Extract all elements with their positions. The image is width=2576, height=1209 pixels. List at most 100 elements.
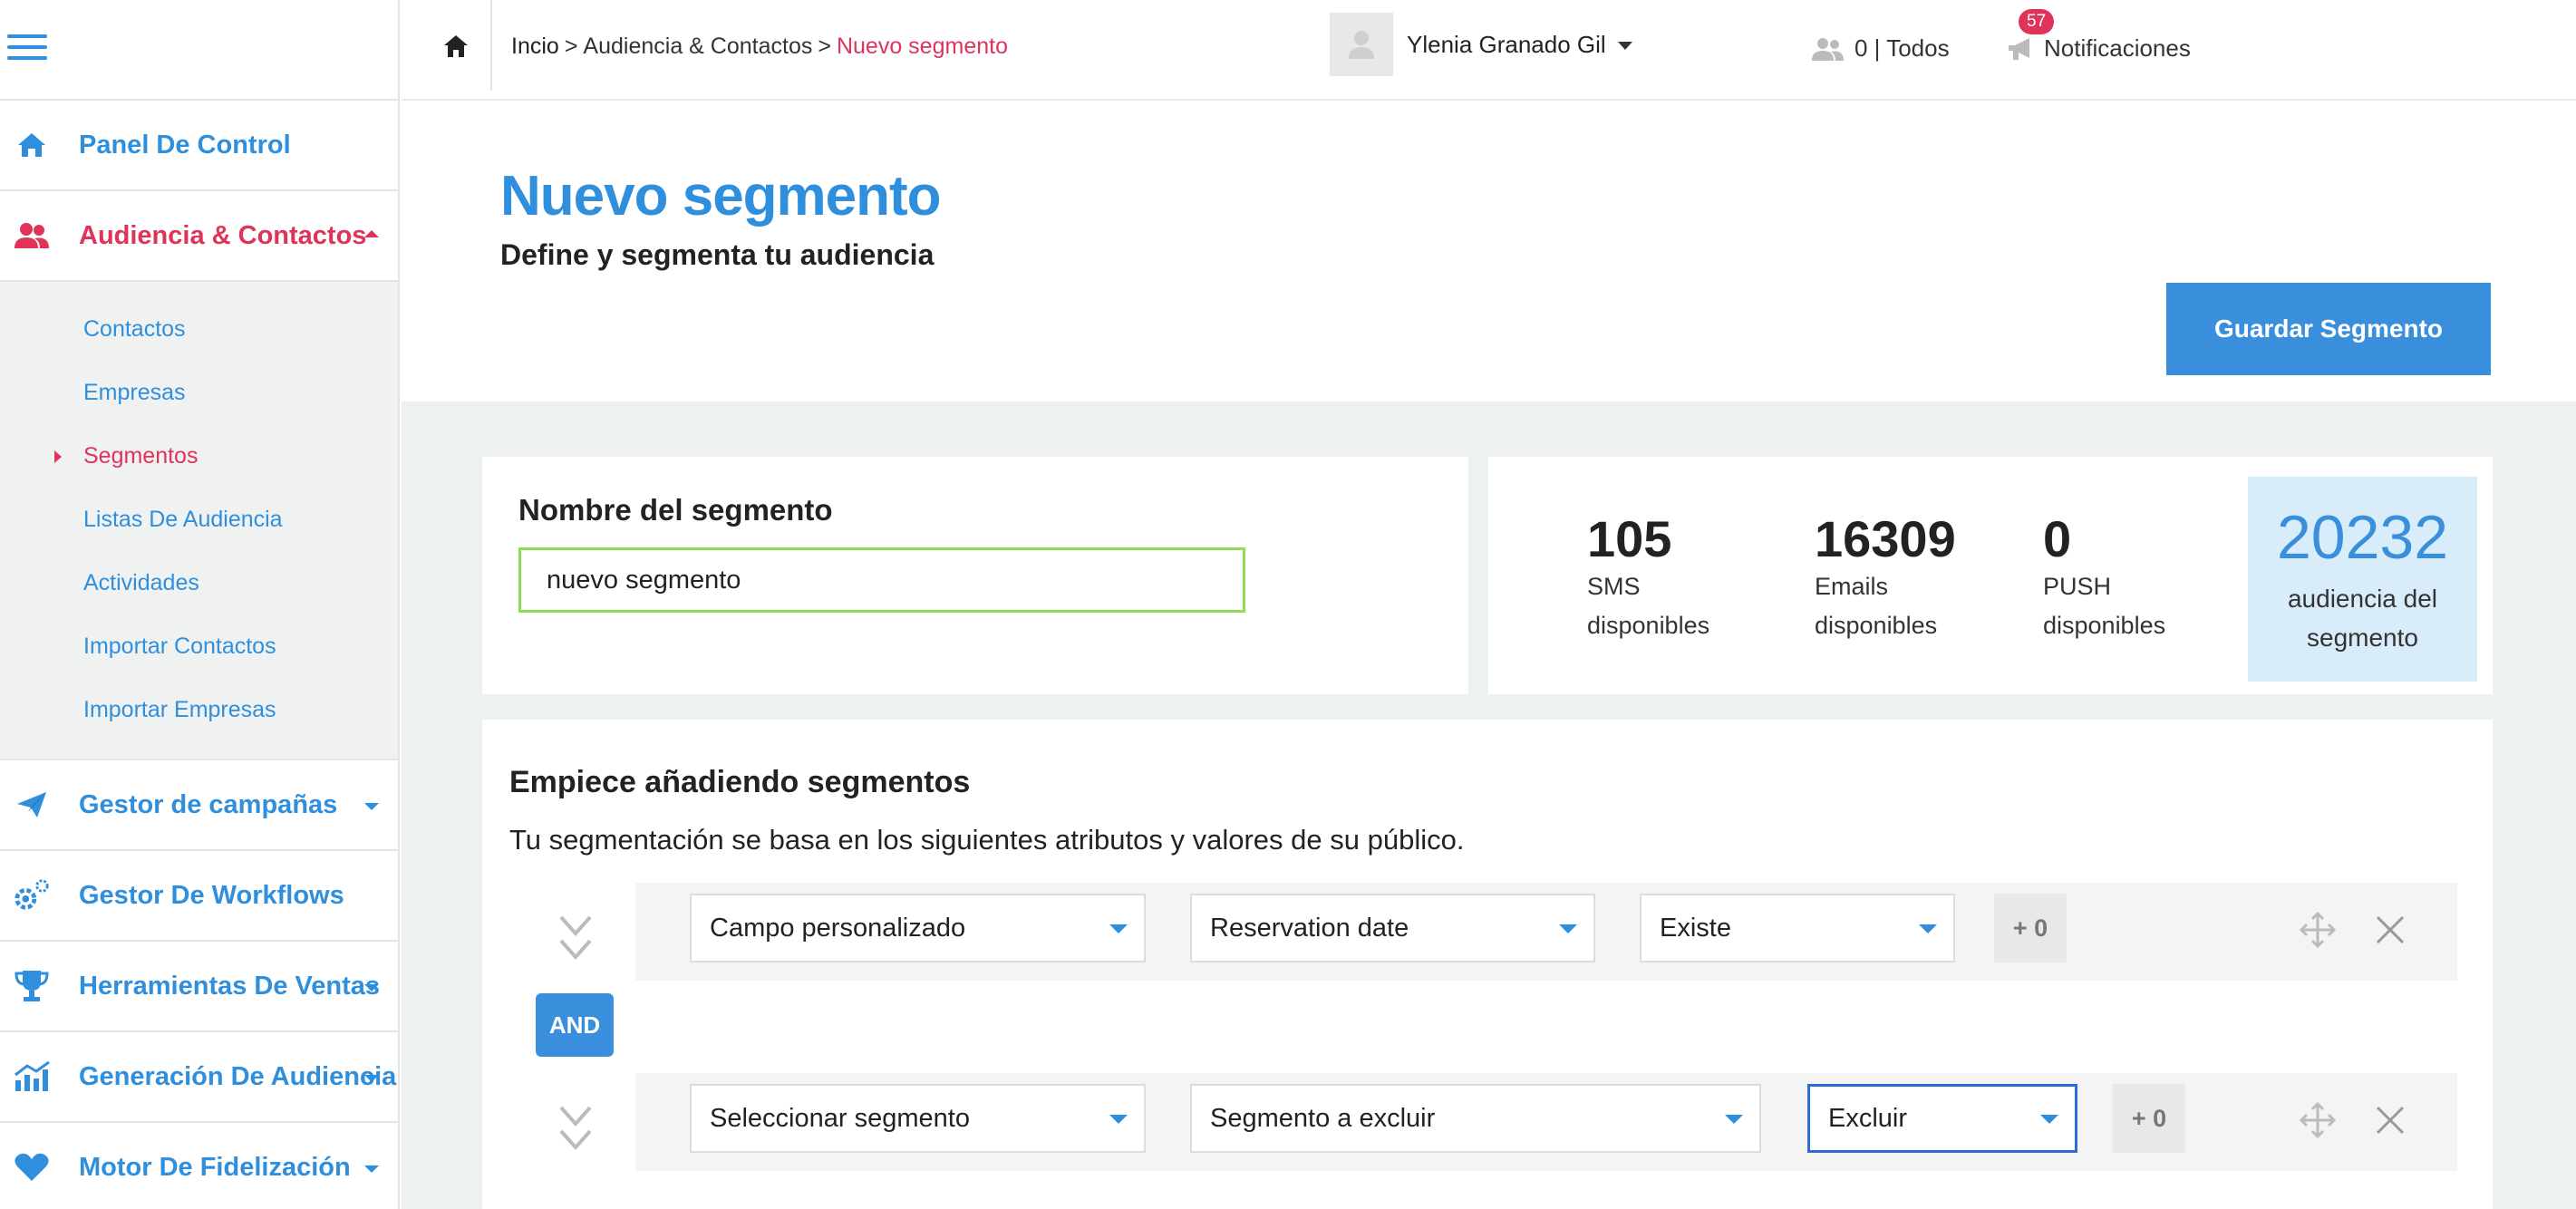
active-marker-icon — [54, 450, 62, 463]
close-icon[interactable] — [2372, 1102, 2408, 1138]
breadcrumb-separator: > — [818, 34, 831, 59]
submenu-item-empresas[interactable]: Empresas — [83, 380, 186, 406]
stat-value: 105 — [1587, 510, 1672, 567]
breadcrumb-separator: > — [564, 34, 578, 59]
page-header: Nuevo segmento Define y segmenta tu audi… — [402, 101, 2576, 401]
submenu-item-importar-contactos[interactable]: Importar Contactos — [83, 634, 276, 660]
submenu-item-importar-empresas[interactable]: Importar Empresas — [83, 697, 276, 723]
submenu-item-actividades[interactable]: Actividades — [83, 570, 199, 596]
breadcrumb-home[interactable]: Incio — [511, 34, 559, 59]
stat-label: PUSH disponibles — [2043, 572, 2166, 639]
segment-name-label: Nombre del segmento — [518, 493, 833, 527]
users-icon — [13, 218, 51, 254]
chevron-down-icon — [364, 803, 379, 810]
audience-total-label: audiencia del segmento — [2287, 584, 2438, 653]
chevron-down-icon — [1109, 1115, 1128, 1124]
rule-row: Seleccionar segmento Segmento a excluir … — [635, 1073, 2457, 1171]
stat-label: Emails disponibles — [1815, 572, 1938, 639]
audience-count-label: 0 | Todos — [1855, 34, 1950, 62]
topbar: Incio > Audiencia & Contactos > Nuevo segmen… — [402, 0, 2576, 101]
audience-total-card: 20232 audiencia del segmento — [2248, 477, 2477, 682]
hamburger-icon[interactable] — [7, 34, 47, 60]
stats-card: 105 SMS disponibles 16309 Emails disponi… — [1488, 457, 2493, 694]
select-value: Existe — [1660, 913, 1731, 943]
rules-description: Tu segmentación se basa en los siguiente… — [509, 824, 1465, 856]
trophy-icon — [13, 968, 51, 1004]
stat-value: 0 — [2043, 510, 2072, 567]
sidebar-item-audiencia-contactos[interactable]: Audiencia & Contactos — [0, 191, 398, 282]
chart-icon — [13, 1059, 51, 1095]
chevron-down-icon[interactable] — [1618, 42, 1632, 50]
sidebar-item-generacion-de-audiencia[interactable]: Generación De Audiencia — [0, 1032, 398, 1123]
chevron-down-icon — [1725, 1115, 1743, 1124]
operator-select[interactable]: Excluir — [1807, 1084, 2077, 1153]
move-icon[interactable] — [2300, 1102, 2336, 1138]
breadcrumb-section[interactable]: Audiencia & Contactos — [583, 34, 812, 59]
rule-row: Campo personalizado Reservation date Exi… — [635, 883, 2457, 981]
heart-icon — [13, 1149, 51, 1185]
sidebar-item-herramientas-de-ventas[interactable]: Herramientas De Ventas — [0, 942, 398, 1032]
chevron-down-icon — [364, 1165, 379, 1173]
main-content: Nombre del segmento 105 SMS disponibles … — [402, 401, 2576, 1209]
sidebar-submenu: Contactos Empresas Segmentos Listas De A… — [0, 282, 398, 760]
sidebar-item-label: Panel De Control — [79, 130, 291, 160]
users-icon — [1812, 37, 1844, 61]
sidebar-item-panel-de-control[interactable]: Panel De Control — [0, 101, 398, 191]
sidebar-item-motor-de-fidelizacion[interactable]: Motor De Fidelización — [0, 1123, 398, 1209]
chevron-down-icon — [1109, 924, 1128, 933]
chevron-down-icon — [364, 1075, 379, 1082]
stat-label: SMS disponibles — [1587, 572, 1710, 639]
submenu-item-contactos[interactable]: Contactos — [83, 316, 186, 343]
sidebar: Panel De Control Audiencia & Contactos C… — [0, 0, 400, 1209]
notification-badge: 57 — [2019, 9, 2055, 34]
notifications-button[interactable]: 57 Notificaciones — [2006, 9, 2191, 63]
attribute-select[interactable]: Reservation date — [1190, 894, 1595, 962]
sidebar-item-gestor-de-workflows[interactable]: Gestor De Workflows — [0, 851, 398, 942]
and-connector-button[interactable]: AND — [536, 993, 614, 1057]
sidebar-item-label: Gestor De Workflows — [79, 880, 344, 910]
move-icon[interactable] — [2300, 912, 2336, 948]
chevron-down-double-icon[interactable] — [557, 1104, 594, 1158]
page-title: Nuevo segmento — [500, 165, 942, 227]
field-select[interactable]: Seleccionar segmento — [690, 1084, 1146, 1153]
operator-select[interactable]: Existe — [1640, 894, 1955, 962]
sidebar-header — [0, 0, 398, 101]
chevron-down-icon — [1559, 924, 1577, 933]
notifications-label: Notificaciones — [2044, 34, 2191, 62]
sidebar-item-label: Audiencia & Contactos — [79, 220, 367, 250]
megaphone-icon — [2009, 37, 2029, 60]
chevron-down-icon — [2040, 1115, 2058, 1124]
home-icon[interactable] — [443, 34, 470, 62]
submenu-item-listas-de-audiencia[interactable]: Listas De Audiencia — [83, 507, 283, 533]
select-value: Seleccionar segmento — [710, 1103, 970, 1133]
add-value-button[interactable]: + 0 — [2113, 1084, 2185, 1153]
gears-icon — [13, 877, 51, 914]
segment-name-input[interactable] — [518, 547, 1245, 613]
stat-sms: 105 SMS disponibles — [1587, 511, 1750, 645]
attribute-select[interactable]: Segmento a excluir — [1190, 1084, 1761, 1153]
chevron-up-icon — [364, 230, 379, 237]
user-icon — [1349, 31, 1374, 59]
field-select[interactable]: Campo personalizado — [690, 894, 1146, 962]
audience-total-value: 20232 — [2276, 503, 2449, 572]
breadcrumb-current: Nuevo segmento — [836, 34, 1008, 59]
sidebar-item-label: Generación De Audiencia — [79, 1061, 397, 1091]
chevron-down-double-icon[interactable] — [557, 914, 594, 968]
sidebar-item-label: Gestor de campañas — [79, 789, 338, 819]
home-icon — [13, 127, 51, 163]
stat-value: 16309 — [1815, 510, 1956, 567]
audience-selector[interactable]: 0 | Todos — [1811, 34, 1950, 63]
rules-title: Empiece añadiendo segmentos — [509, 765, 971, 799]
chevron-down-icon — [1919, 924, 1937, 933]
submenu-item-segmentos[interactable]: Segmentos — [83, 443, 198, 469]
sidebar-item-label: Motor De Fidelización — [79, 1152, 351, 1182]
breadcrumb: Incio > Audiencia & Contactos > Nuevo segmen… — [511, 34, 1008, 60]
save-segment-button[interactable]: Guardar Segmento — [2166, 283, 2491, 375]
segment-name-card: Nombre del segmento — [482, 457, 1468, 694]
select-value: Excluir — [1828, 1103, 1908, 1133]
add-value-button[interactable]: + 0 — [1994, 894, 2067, 962]
sidebar-item-gestor-de-campanas[interactable]: Gestor de campañas — [0, 760, 398, 851]
close-icon[interactable] — [2372, 912, 2408, 948]
user-name[interactable]: Ylenia Granado Gil — [1407, 31, 1606, 59]
avatar[interactable] — [1330, 13, 1393, 76]
